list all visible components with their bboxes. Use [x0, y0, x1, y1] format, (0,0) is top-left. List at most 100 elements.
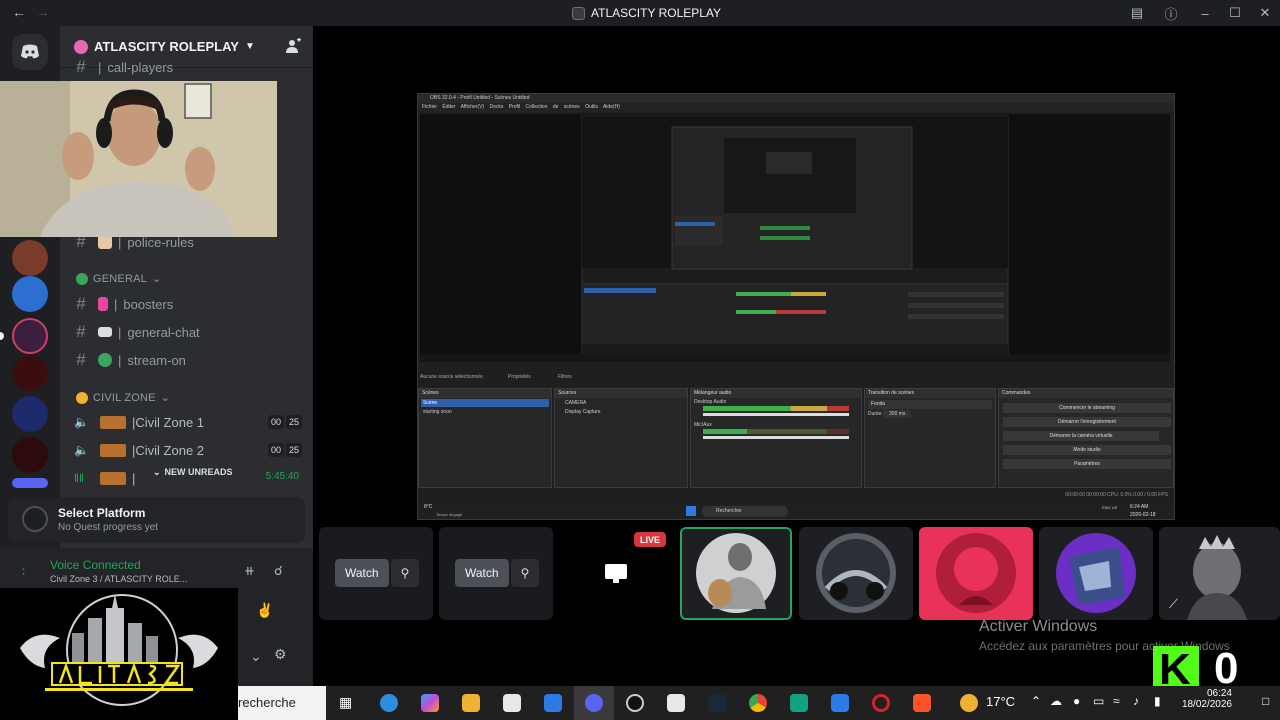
soundboard-icon[interactable]: ✌ [256, 602, 273, 619]
opera-icon[interactable] [872, 694, 890, 712]
start-recording-button[interactable]: Démarrer l'enregistrement [1003, 417, 1171, 427]
chrome-icon[interactable] [749, 694, 767, 712]
channel-general-chat[interactable]: # | general-chat [74, 321, 199, 343]
category-general[interactable]: GENERAL ⌄ [76, 272, 161, 285]
obs-properties-tab[interactable]: Propriétés [508, 374, 531, 380]
home-button[interactable] [12, 34, 48, 70]
brave-icon[interactable] [913, 694, 931, 712]
discord-taskbar-icon[interactable] [585, 694, 603, 712]
app-icon[interactable] [667, 694, 685, 712]
shared-weather-sub: Temps dégagé [436, 512, 463, 517]
popout-icon[interactable]: ⚲ [511, 559, 539, 587]
notifications-icon[interactable]: □ [1262, 694, 1269, 708]
maximize-icon[interactable]: ☐ [1220, 5, 1250, 21]
taskbar-clock[interactable]: 06:24 18/02/2026 [1178, 688, 1232, 710]
obs-transitions-dock: Transition de scènes Fondu Durée 300 ms [864, 388, 996, 488]
microphone-icon[interactable]: ● [1073, 694, 1080, 708]
live-badge: LIVE [634, 532, 666, 547]
shared-clock-time: 6:24 AM [1130, 504, 1149, 510]
battery-icon[interactable]: ▭ [1093, 694, 1104, 708]
stream-tile-1[interactable]: Watch ⚲ [319, 527, 433, 620]
gear-icon[interactable]: ⚙ [274, 646, 287, 663]
app-icon[interactable] [790, 694, 808, 712]
channel-label: boosters [123, 296, 174, 312]
count-limit: 25 [285, 415, 302, 429]
app-icon[interactable] [831, 694, 849, 712]
obs-filters-tab[interactable]: Filtres [558, 374, 572, 380]
arrow-right-icon[interactable]: → [36, 4, 50, 20]
watch-button[interactable]: Watch [455, 559, 509, 587]
outlook-icon[interactable] [544, 694, 562, 712]
onedrive-icon[interactable]: ☁ [1050, 694, 1062, 708]
participant-tile[interactable] [919, 527, 1033, 620]
new-unreads-pill[interactable]: ⌄ NEW UNREADS [145, 464, 241, 480]
transition-select[interactable]: Fondu [868, 400, 992, 409]
channel-stream-on[interactable]: # | stream-on [74, 349, 186, 371]
server-icon-2[interactable] [12, 276, 48, 312]
voice-channel-name[interactable]: Civil Zone 3 / ATLASCITY ROLE... [50, 574, 187, 584]
obs-stream-window[interactable]: OBS 32.0.4 - Profil Untitled - Scènes Un… [417, 93, 1175, 520]
scene-item[interactable]: starting soon [421, 408, 549, 416]
desktop-audio-slider[interactable] [703, 413, 849, 416]
noise-suppression-icon[interactable]: ⧺ [244, 563, 255, 579]
popout-icon[interactable]: ⚲ [391, 559, 419, 587]
server-icon-3[interactable] [12, 355, 48, 391]
taskbar-search[interactable]: recherche [238, 686, 326, 720]
participant-tile[interactable] [1039, 527, 1153, 620]
settings-button[interactable]: Paramètres [1003, 459, 1171, 469]
server-icon-5[interactable] [12, 478, 48, 488]
copilot-icon[interactable] [421, 694, 439, 712]
source-item[interactable]: CAMERA [557, 399, 685, 407]
server-icon-f[interactable] [12, 396, 48, 432]
quest-subtitle: No Quest progress yet [58, 522, 159, 533]
source-item[interactable]: Display Capture [557, 408, 685, 416]
category-label: CIVIL ZONE [93, 391, 156, 404]
start-streaming-button[interactable]: Commencer le streaming [1003, 403, 1171, 413]
server-icon-1[interactable] [12, 240, 48, 276]
wifi-icon[interactable]: ≈ [1113, 694, 1120, 708]
chevron-down-icon[interactable]: ⌄ [250, 648, 262, 665]
channel-separator: | [132, 470, 136, 486]
duration-input[interactable]: 300 ms [883, 410, 912, 418]
chevron-up-icon[interactable]: ⌃ [1031, 694, 1041, 708]
add-member-icon[interactable] [285, 38, 301, 54]
voice-channel-civil-zone-1[interactable]: 🔈 | Civil Zone 1 00 25 [74, 411, 302, 433]
participant-tile-speaking[interactable] [680, 527, 792, 620]
mic-audio-meter [703, 429, 849, 434]
disconnect-icon[interactable]: ☌ [274, 563, 283, 579]
volume-icon[interactable]: ♪ [1133, 694, 1139, 708]
voice-channel-civil-zone-2[interactable]: 🔈 | Civil Zone 2 00 25 [74, 439, 302, 461]
discord-logo-icon [21, 44, 39, 59]
channel-boosters[interactable]: # | boosters [74, 293, 173, 315]
watch-button[interactable]: Watch [335, 559, 389, 587]
task-view-icon[interactable]: ▦ [339, 694, 352, 711]
start-virtual-camera-button[interactable]: Démarrer la caméra virtuelle [1003, 431, 1159, 441]
channel-label: call-players [107, 59, 174, 75]
edge-icon[interactable] [380, 694, 398, 712]
scene-item-selected[interactable]: Scène [421, 399, 549, 407]
obs-taskbar-icon[interactable] [626, 694, 644, 712]
taskbar-temperature[interactable]: 17°C [986, 694, 1015, 709]
server-icon-4[interactable] [12, 437, 48, 473]
minimize-icon[interactable]: – [1190, 6, 1220, 21]
category-civil-zone[interactable]: CIVIL ZONE ⌄ [76, 391, 170, 404]
stream-tile-2[interactable]: Watch ⚲ [439, 527, 553, 620]
quest-panel[interactable]: Select Platform No Quest progress yet [8, 497, 305, 543]
battery-status-icon[interactable]: ▮ [1154, 694, 1161, 708]
help-icon[interactable]: ⓘ [1152, 4, 1190, 23]
civil-emoji-icon [100, 471, 126, 485]
atlas-city-logo [0, 588, 238, 720]
close-icon[interactable]: ✕ [1250, 5, 1280, 21]
mic-audio-slider[interactable] [703, 436, 849, 439]
studio-mode-button[interactable]: Mode studio [1003, 445, 1171, 455]
channel-call-players[interactable]: # | call-players [74, 56, 173, 78]
server-icon-bleach[interactable] [12, 318, 48, 354]
arrow-left-icon[interactable]: ← [12, 4, 26, 20]
rocket-emoji-icon [98, 297, 108, 311]
hash-icon: # [76, 57, 86, 76]
store-icon[interactable] [503, 694, 521, 712]
file-explorer-icon[interactable] [462, 694, 480, 712]
steam-icon[interactable] [708, 694, 726, 712]
inbox-icon[interactable]: ▤ [1122, 5, 1152, 21]
participant-tile[interactable] [799, 527, 913, 620]
